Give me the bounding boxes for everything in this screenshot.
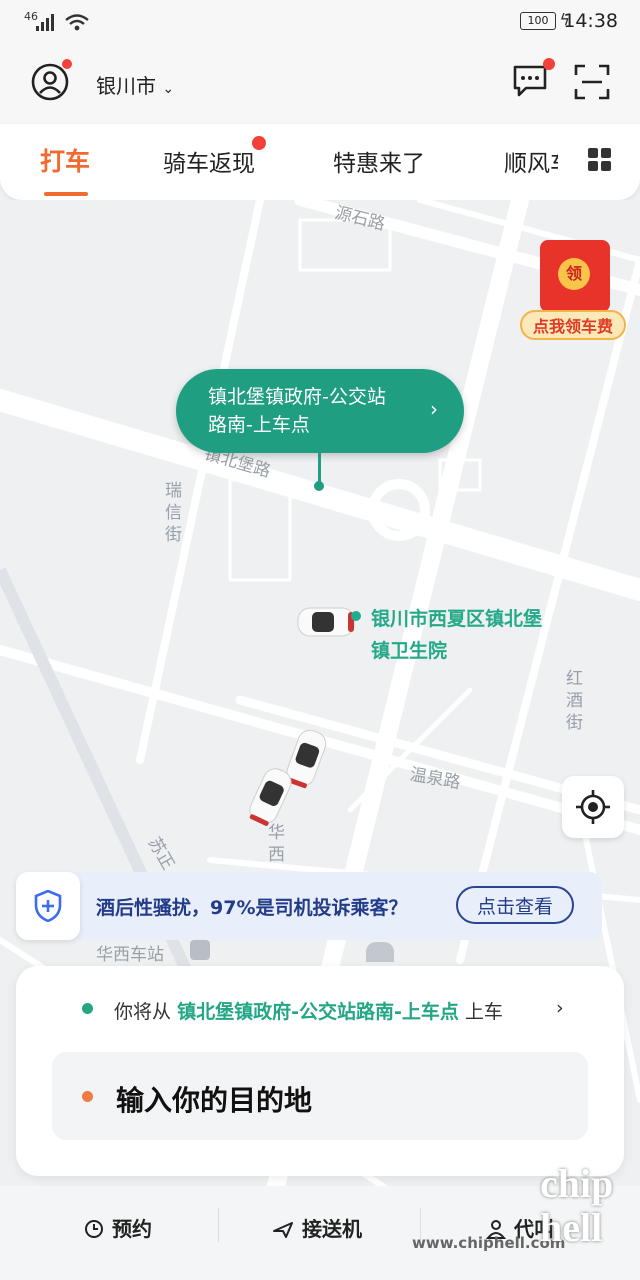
clock: 14:38 [563, 10, 618, 32]
banner-text: 酒后性骚扰，97%是司机投诉乘客？ [96, 897, 408, 919]
car-icon [249, 768, 292, 826]
street-label: 瑞信街 [165, 481, 182, 545]
street-label: 华西 [268, 823, 285, 865]
bottom-actions: 预约 接送机 代叫 www.chiphell.com chip hell [0, 1162, 640, 1280]
scan-icon[interactable] [574, 64, 610, 100]
chevron-down-icon: ⌄ [162, 81, 175, 97]
message-icon[interactable] [512, 64, 548, 98]
tab-carpool[interactable]: 顺风车 [504, 144, 564, 178]
trip-card: 你将从 镇北堡镇政府-公交站路南-上车点 上车 › 输入你的目的地 [16, 966, 624, 1176]
chevron-right-icon: › [430, 397, 438, 421]
destination-placeholder: 输入你的目的地 [116, 1084, 313, 1117]
plane-icon [273, 1222, 293, 1238]
app-header: 银川市 ⌄ [0, 44, 640, 124]
status-bar: 46 100 ϟ 14:38 [0, 0, 640, 44]
pickup-location: 镇北堡镇政府-公交站路南-上车点 [177, 1001, 459, 1023]
red-packet-promo[interactable]: 领 点我领车费 [520, 238, 626, 346]
pickup-point-bubble[interactable]: 镇北堡镇政府-公交站 路南-上车点 › [176, 369, 464, 453]
pickup-pin-icon [314, 481, 324, 491]
building-icon [366, 942, 394, 962]
airport-transfer-button[interactable]: 接送机 [272, 1213, 362, 1242]
poi-label[interactable]: 银川市西夏区镇北堡 镇卫生院 [371, 603, 581, 667]
watermark-logo: chip hell [540, 1161, 614, 1250]
pickup-row[interactable]: 你将从 镇北堡镇政府-公交站路南-上车点 上车 [114, 997, 503, 1024]
view-button[interactable]: 点击查看 [456, 886, 574, 924]
message-notification-dot [543, 58, 555, 70]
safety-banner[interactable]: 酒后性骚扰，97%是司机投诉乘客？ 点击查看 [16, 872, 602, 940]
profile-notification-dot [62, 59, 72, 69]
tab-deals[interactable]: 特惠来了 [333, 144, 425, 178]
city-name: 银川市 [96, 74, 156, 98]
station-label: 华西车站 [96, 945, 164, 965]
tab-bike-cashback[interactable]: 骑车返现 [163, 144, 255, 178]
bus-station-icon [190, 940, 210, 960]
locate-me-button[interactable] [562, 776, 624, 838]
grid-menu-icon[interactable] [588, 148, 612, 172]
pickup-dot-icon [82, 1003, 93, 1014]
hot-badge-icon [252, 136, 266, 150]
chevron-right-icon[interactable]: › [556, 997, 564, 1019]
pickup-bubble-line2: 路南-上车点 [208, 414, 310, 436]
poi-marker-icon [351, 611, 361, 621]
from-prefix: 你将从 [114, 1001, 172, 1023]
battery-indicator: 100 [520, 12, 556, 30]
shield-card [16, 872, 80, 940]
signal-wifi-icon [36, 14, 89, 31]
destination-dot-icon [82, 1091, 93, 1102]
pickup-bubble-line1: 镇北堡镇政府-公交站 [208, 386, 386, 408]
destination-input[interactable]: 输入你的目的地 [52, 1052, 588, 1140]
schedule-button[interactable]: 预约 [84, 1213, 152, 1242]
from-suffix: 上车 [464, 1001, 503, 1023]
active-tab-indicator [44, 192, 88, 196]
red-packet-label: 点我领车费 [520, 310, 626, 340]
clock-icon [85, 1220, 103, 1238]
crosshair-icon [576, 790, 610, 824]
shield-icon [34, 890, 62, 922]
street-label: 红酒街 [566, 669, 583, 733]
service-tabs: 打车 骑车返现 特惠来了 顺风车 [0, 124, 640, 200]
car-icon [297, 607, 355, 637]
tab-taxi[interactable]: 打车 [40, 142, 90, 178]
red-packet-coin: 领 [558, 258, 590, 290]
city-selector[interactable]: 银川市 ⌄ [96, 70, 174, 99]
